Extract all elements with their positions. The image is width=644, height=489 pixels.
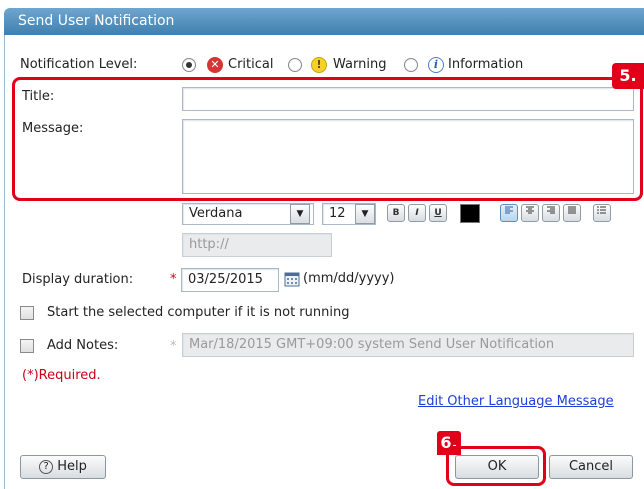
critical-icon: ✕ [207, 57, 223, 73]
information-icon: i [428, 57, 444, 73]
highlight-box-step5 [12, 77, 643, 201]
level-warning-label[interactable]: Warning [333, 57, 386, 72]
radio-warning[interactable] [288, 58, 302, 72]
start-computer-checkbox[interactable] [20, 306, 34, 320]
italic-button[interactable]: I [408, 204, 426, 222]
help-button-label: Help [57, 459, 87, 474]
font-value: Verdana [189, 206, 243, 221]
bullet-list-icon[interactable] [593, 204, 611, 222]
radio-information[interactable] [404, 58, 418, 72]
duration-date-value: 03/25/2015 [188, 272, 263, 287]
required-note: (*)Required. [22, 368, 101, 383]
align-left-icon[interactable] [500, 204, 518, 222]
help-icon: ? [39, 460, 54, 474]
notification-level-label: Notification Level: [20, 57, 138, 72]
font-size-dropdown-button[interactable]: ▼ [355, 204, 375, 224]
align-right-icon[interactable] [542, 204, 560, 222]
edit-other-language-link[interactable]: Edit Other Language Message [418, 394, 614, 409]
font-size-value: 12 [329, 206, 346, 221]
dialog-title-bar: Send User Notification [4, 8, 644, 35]
ok-button[interactable]: OK [455, 455, 539, 479]
bold-button[interactable]: B [387, 204, 405, 222]
level-information-label[interactable]: Information [448, 57, 523, 72]
add-notes-value: Mar/18/2015 GMT+09:00 system Send User N… [189, 337, 555, 352]
required-star: * [170, 272, 177, 287]
align-justify-icon[interactable] [563, 204, 581, 222]
level-critical-label[interactable]: Critical [228, 57, 273, 72]
start-computer-label: Start the selected computer if it is not… [47, 305, 350, 320]
callout-step5: 5. [612, 63, 644, 89]
add-notes-checkbox[interactable] [20, 339, 34, 353]
text-color-swatch[interactable] [460, 204, 480, 223]
add-notes-input: Mar/18/2015 GMT+09:00 system Send User N… [182, 333, 634, 357]
add-notes-label: Add Notes: [47, 338, 119, 353]
add-notes-required-star: * [170, 339, 177, 354]
warning-icon: ! [311, 57, 327, 73]
help-button[interactable]: ? Help [20, 455, 106, 479]
url-input: http:// [182, 233, 332, 257]
duration-date-input[interactable]: 03/25/2015 [181, 268, 279, 292]
dialog-title: Send User Notification [18, 13, 175, 29]
calendar-icon[interactable] [284, 271, 300, 287]
cancel-button[interactable]: Cancel [549, 455, 633, 479]
url-placeholder: http:// [189, 237, 229, 252]
align-center-icon[interactable] [521, 204, 539, 222]
date-format-hint: (mm/dd/yyyy) [303, 271, 395, 286]
radio-critical[interactable] [182, 58, 196, 72]
display-duration-label: Display duration: [22, 272, 134, 287]
underline-button[interactable]: U [429, 204, 447, 222]
font-dropdown-button[interactable]: ▼ [290, 204, 310, 224]
